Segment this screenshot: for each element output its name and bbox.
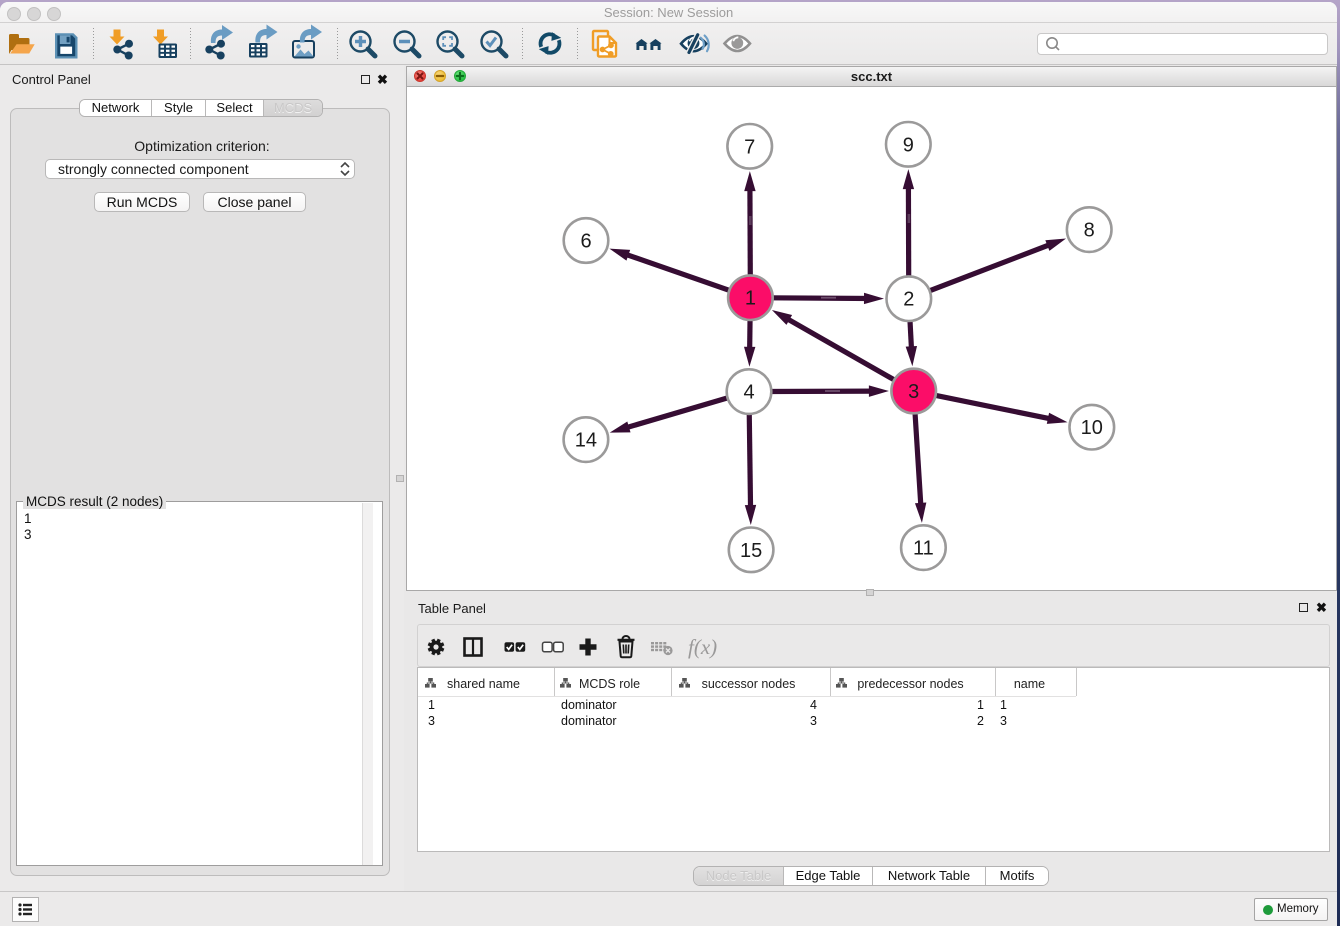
svg-text:9: 9 bbox=[903, 134, 914, 156]
svg-text:11: 11 bbox=[913, 538, 934, 560]
svg-text:7: 7 bbox=[744, 136, 755, 158]
svg-text:10: 10 bbox=[1081, 417, 1103, 439]
svg-text:15: 15 bbox=[740, 540, 762, 562]
svg-text:8: 8 bbox=[1084, 220, 1095, 242]
svg-text:2: 2 bbox=[903, 289, 914, 311]
svg-text:3: 3 bbox=[908, 381, 919, 403]
svg-text:1: 1 bbox=[745, 288, 756, 310]
svg-text:14: 14 bbox=[575, 430, 597, 452]
svg-text:f(x): f(x) bbox=[688, 635, 717, 659]
svg-text:6: 6 bbox=[580, 231, 591, 253]
svg-text:4: 4 bbox=[743, 382, 754, 404]
